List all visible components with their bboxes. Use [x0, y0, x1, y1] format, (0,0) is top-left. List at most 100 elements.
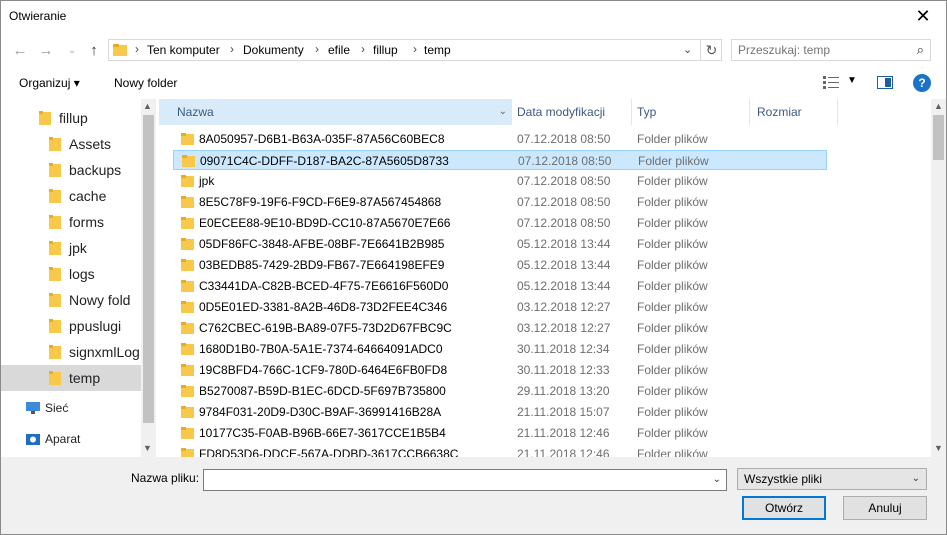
help-icon[interactable]: ?	[913, 74, 931, 92]
file-name: FD8D53D6-DDCE-567A-DDBD-3617CCB6638C	[199, 447, 459, 457]
column-divider[interactable]	[837, 99, 838, 125]
scrollbar-thumb[interactable]	[143, 115, 154, 423]
search-input[interactable]	[738, 42, 898, 58]
search-box[interactable]: ⌕	[731, 39, 931, 61]
tree-item-temp[interactable]: temp	[1, 365, 141, 391]
file-modified: 07.12.2018 08:50	[518, 154, 612, 168]
table-row[interactable]: 05DF86FC-3848-AFBE-08BF-7E6641B2B985 05.1…	[173, 234, 827, 254]
filename-label: Nazwa pliku:	[131, 471, 200, 485]
up-arrow-icon[interactable]: ↑	[85, 41, 103, 59]
file-modified: 07.12.2018 08:50	[517, 216, 611, 230]
network-icon	[26, 402, 40, 414]
file-type: Folder plików	[637, 426, 708, 440]
preview-pane-icon[interactable]	[877, 76, 893, 89]
navigation-scrollbar[interactable]: ▲ ▼	[141, 99, 156, 457]
view-options-caret-icon[interactable]: ▼	[847, 75, 857, 86]
breadcrumb-item[interactable]: Dokumenty	[243, 43, 304, 57]
organize-button[interactable]: Organizuj ▾	[19, 76, 80, 90]
column-divider[interactable]	[511, 99, 512, 125]
table-row[interactable]: 19C8BFD4-766C-1CF9-780D-6464E6FB0FD8 30.1…	[173, 360, 827, 380]
scroll-down-icon[interactable]: ▼	[143, 443, 152, 453]
file-type: Folder plików	[637, 216, 708, 230]
column-divider[interactable]	[631, 99, 632, 125]
table-row[interactable]: E0ECEE88-9E10-BD9D-CC10-87A5670E7E66 07.1…	[173, 213, 827, 233]
table-row[interactable]: B5270087-B59D-B1EC-6DCD-5F697B735800 29.1…	[173, 381, 827, 401]
change-view-icon[interactable]	[823, 76, 839, 90]
table-row[interactable]: 0D5E01ED-3381-8A2B-46D8-73D2FEE4C346 03.1…	[173, 297, 827, 317]
table-row[interactable]: C33441DA-C82B-BCED-4F75-7E6616F560D0 05.1…	[173, 276, 827, 296]
tree-item-nowy-folder[interactable]: Nowy fold	[1, 287, 141, 313]
file-modified: 21.11.2018 12:46	[517, 447, 610, 457]
cancel-button[interactable]: Anuluj	[843, 496, 927, 520]
column-header-label: Data modyfikacji	[517, 105, 606, 119]
file-type: Folder plików	[637, 447, 708, 457]
tree-item-network[interactable]: Sieć	[1, 395, 141, 421]
column-header-modified[interactable]: Data modyfikacji	[517, 99, 631, 125]
tree-item-label: fillup	[59, 110, 88, 126]
folder-icon	[181, 175, 194, 187]
tree-item-cache[interactable]: cache	[1, 183, 141, 209]
folder-icon	[181, 133, 194, 145]
tree-item-signxmllog[interactable]: signxmlLog	[1, 339, 141, 365]
file-type: Folder plików	[638, 154, 709, 168]
file-name: E0ECEE88-9E10-BD9D-CC10-87A5670E7E66	[199, 216, 451, 230]
tree-item-backups[interactable]: backups	[1, 157, 141, 183]
scrollbar-thumb[interactable]	[933, 115, 944, 160]
table-row[interactable]: 09071C4C-DDFF-D187-BA2C-87A5605D8733 07.1…	[173, 150, 827, 170]
tree-item-logs[interactable]: logs	[1, 261, 141, 287]
column-header-size[interactable]: Rozmiar	[757, 99, 837, 125]
column-divider[interactable]	[749, 99, 750, 125]
scroll-down-icon[interactable]: ▼	[934, 443, 943, 453]
tree-item-ppuslugi[interactable]: ppuslugi	[1, 313, 141, 339]
table-row[interactable]: 8A050957-D6B1-B63A-035F-87A56C60BEC8 07.1…	[173, 129, 827, 149]
breadcrumb-chevron-icon: ›	[230, 42, 234, 56]
breadcrumb-chevron-icon: ›	[361, 42, 365, 56]
scroll-up-icon[interactable]: ▲	[143, 101, 152, 111]
folder-icon	[49, 163, 61, 177]
address-dropdown-chevron-icon[interactable]: ⌄	[683, 43, 692, 56]
file-list-scrollbar[interactable]: ▲ ▼	[931, 99, 946, 457]
tree-item-label: temp	[69, 370, 101, 386]
search-icon[interactable]: ⌕	[917, 42, 924, 58]
tree-item-camera[interactable]: Aparat	[1, 426, 141, 452]
file-type-select[interactable]: Wszystkie pliki ⌄	[737, 468, 927, 490]
breadcrumb-item[interactable]: fillup	[373, 43, 398, 57]
table-row[interactable]: 03BEDB85-7429-2BD9-FB67-7E664198EFE9 05.1…	[173, 255, 827, 275]
scroll-up-icon[interactable]: ▲	[934, 101, 943, 111]
table-row[interactable]: FD8D53D6-DDCE-567A-DDBD-3617CCB6638C 21.1…	[173, 444, 827, 457]
filename-input[interactable]	[208, 472, 698, 488]
new-folder-button[interactable]: Nowy folder	[114, 76, 177, 90]
tree-item-fillup[interactable]: fillup	[1, 105, 141, 131]
table-row[interactable]: jpk 07.12.2018 08:50 Folder plików	[173, 171, 827, 191]
file-modified: 07.12.2018 08:50	[517, 132, 611, 146]
tree-item-label: logs	[69, 266, 95, 282]
file-type: Folder plików	[637, 174, 708, 188]
table-row[interactable]: C762CBEC-619B-BA89-07F5-73D2D67FBC9C 03.1…	[173, 318, 827, 338]
filename-combobox[interactable]: ⌄	[203, 469, 727, 491]
file-modified: 07.12.2018 08:50	[517, 195, 611, 209]
table-row[interactable]: 8E5C78F9-19F6-F9CD-F6E9-87A567454868 07.1…	[173, 192, 827, 212]
table-row[interactable]: 1680D1B0-7B0A-5A1E-7374-64664091ADC0 30.1…	[173, 339, 827, 359]
tree-item-jpk[interactable]: jpk	[1, 235, 141, 261]
forward-arrow-icon[interactable]: →	[37, 41, 55, 59]
breadcrumb-item[interactable]: Ten komputer	[147, 43, 220, 57]
chevron-down-icon[interactable]: ⌄	[713, 474, 721, 485]
folder-icon	[49, 371, 61, 385]
breadcrumb-item[interactable]: efile	[328, 43, 350, 57]
column-header-type[interactable]: Typ	[637, 99, 749, 125]
column-header-name[interactable]: Nazwa ⌄	[159, 99, 511, 125]
back-arrow-icon[interactable]: ←	[11, 41, 29, 59]
open-button[interactable]: Otwórz	[742, 496, 826, 520]
file-list: Nazwa ⌄ Data modyfikacji Typ Rozmiar 8A0…	[159, 99, 931, 457]
breadcrumb-chevron-icon: ›	[135, 42, 139, 56]
table-row[interactable]: 9784F031-20D9-D30C-B9AF-36991416B28A 21.1…	[173, 402, 827, 422]
table-row[interactable]: 10177C35-F0AB-B96B-66E7-3617CCE1B5B4 21.1…	[173, 423, 827, 443]
folder-icon	[49, 267, 61, 281]
tree-item-assets[interactable]: Assets	[1, 131, 141, 157]
address-bar[interactable]: › Ten komputer › Dokumenty › efile › fil…	[108, 39, 722, 61]
recent-locations-chevron-icon[interactable]: ⌄	[63, 41, 81, 59]
refresh-icon[interactable]: ↻	[700, 39, 722, 61]
close-icon[interactable]: ✕	[900, 1, 946, 31]
breadcrumb-item[interactable]: temp	[424, 43, 451, 57]
tree-item-forms[interactable]: forms	[1, 209, 141, 235]
